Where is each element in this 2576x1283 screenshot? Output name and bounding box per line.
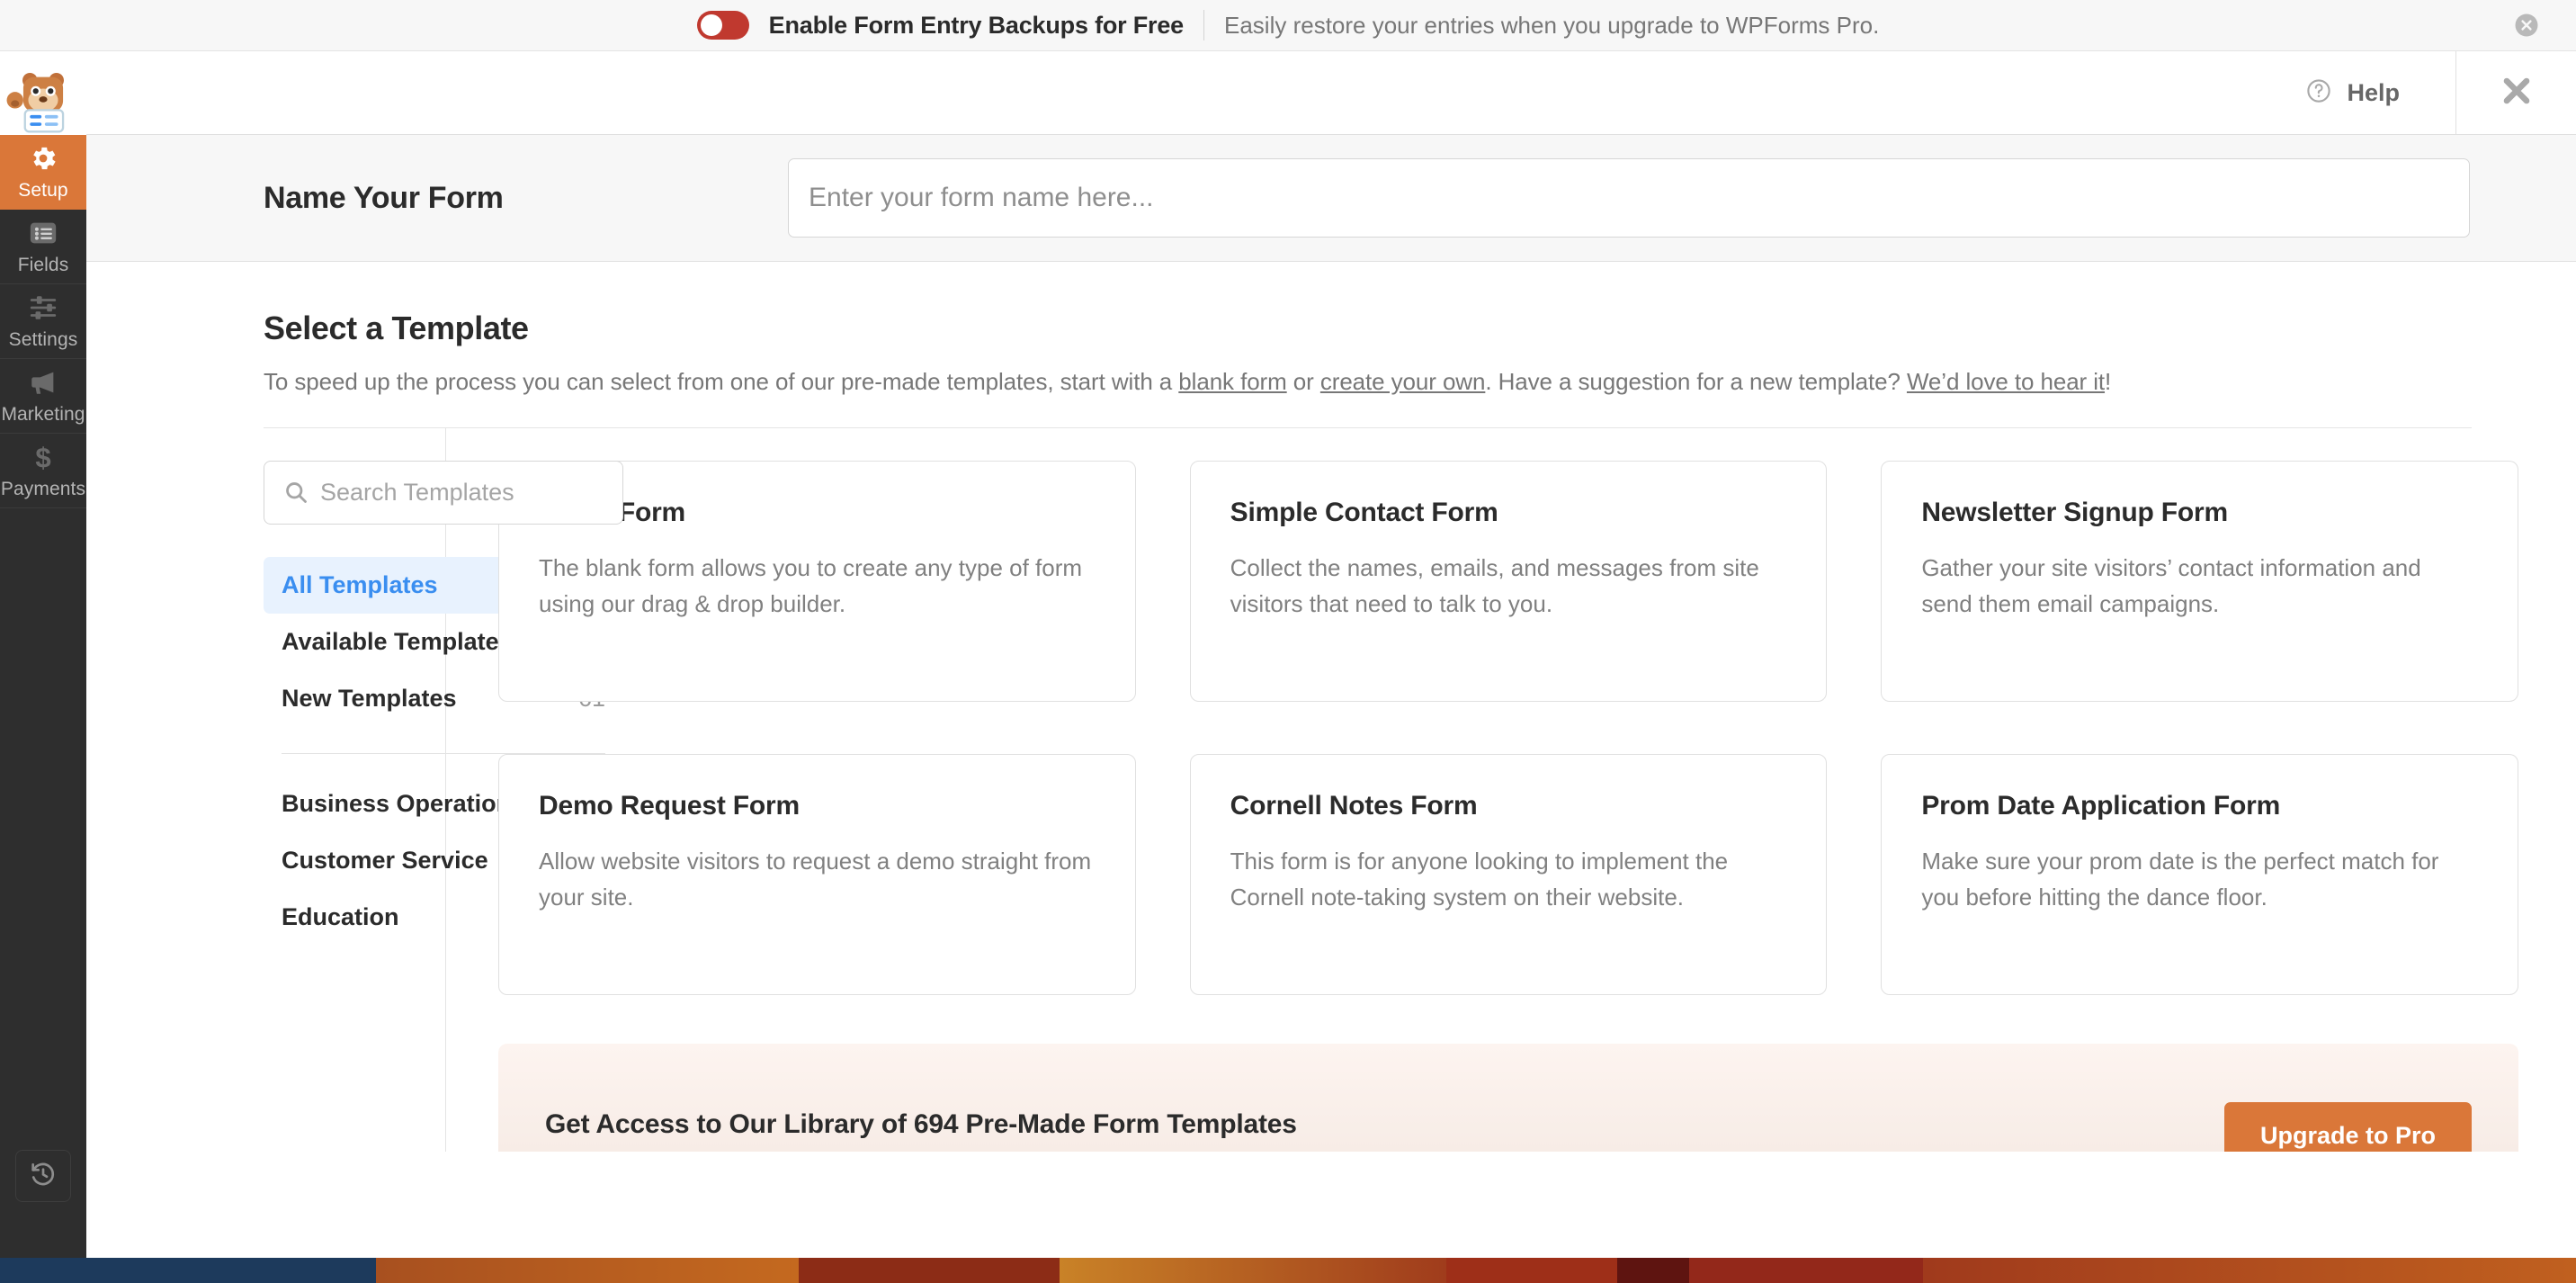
notice-subtitle: Easily restore your entries when you upg… bbox=[1224, 11, 1880, 39]
sidebar-item-setup[interactable]: Setup bbox=[0, 135, 86, 210]
wallpaper-segment bbox=[1446, 1258, 1617, 1283]
form-name-label: Name Your Form bbox=[264, 180, 504, 215]
sidebar-item-settings[interactable]: Settings bbox=[0, 284, 86, 359]
sidebar-footer bbox=[0, 1150, 86, 1202]
enable-backups-toggle[interactable] bbox=[696, 11, 749, 40]
template-title: Demo Request Form bbox=[539, 791, 800, 821]
builder-sidebar: Setup Fields Settings Marketing $ Paymen… bbox=[0, 51, 86, 1283]
template-desc: The blank form allows you to create any … bbox=[539, 554, 1083, 617]
desc-text-1: To speed up the process you can select f… bbox=[264, 368, 1179, 395]
promo-title: Get Access to Our Library of 694 Pre-Mad… bbox=[545, 1109, 1297, 1139]
sidebar-label-payments: Payments bbox=[0, 478, 86, 499]
wpforms-mascot-logo bbox=[0, 51, 86, 135]
template-desc: Gather your site visitors’ contact infor… bbox=[1921, 554, 2421, 617]
template-title: Prom Date Application Form bbox=[1921, 791, 2281, 821]
template-description: To speed up the process you can select f… bbox=[264, 368, 2576, 396]
desc-text-3: . Have a suggestion for a new template? bbox=[1485, 368, 1907, 395]
create-your-own-link[interactable]: create your own bbox=[1320, 368, 1486, 395]
entry-backups-notice-bar: Enable Form Entry Backups for Free Easil… bbox=[0, 0, 2576, 51]
sidebar-item-fields[interactable]: Fields bbox=[0, 210, 86, 284]
sidebar-item-marketing[interactable]: Marketing bbox=[0, 359, 86, 434]
template-card-simple-contact-form[interactable]: Simple Contact Form Collect the names, e… bbox=[1189, 461, 1828, 702]
close-circle-icon[interactable] bbox=[2513, 12, 2540, 39]
help-button[interactable]: Help bbox=[2305, 77, 2400, 109]
template-card-newsletter-signup-form[interactable]: Newsletter Signup Form Gather your site … bbox=[1881, 461, 2518, 702]
toggle-knob bbox=[700, 14, 722, 36]
search-templates-wrap bbox=[264, 461, 623, 525]
sidebar-label-setup: Setup bbox=[18, 179, 68, 201]
template-desc: Allow website visitors to request a demo… bbox=[539, 848, 1092, 911]
revision-history-icon bbox=[29, 1160, 58, 1193]
revision-history-button[interactable] bbox=[15, 1150, 71, 1202]
help-label: Help bbox=[2347, 78, 2400, 106]
template-filter-sidebar: All Templates 694 Available Templates 47… bbox=[86, 428, 623, 1152]
megaphone-icon bbox=[28, 367, 58, 398]
form-builder-panel: Help Name Your Form Select a Template To… bbox=[86, 50, 2576, 1283]
wallpaper-segment bbox=[0, 1258, 376, 1283]
form-name-row: Name Your Form bbox=[86, 135, 2576, 262]
wallpaper-segment bbox=[376, 1258, 799, 1283]
desktop-wallpaper-strip bbox=[0, 1258, 2576, 1283]
gear-icon bbox=[28, 143, 58, 174]
question-circle-icon bbox=[2305, 77, 2332, 109]
wallpaper-segment bbox=[799, 1258, 1060, 1283]
wallpaper-segment bbox=[1689, 1258, 1923, 1283]
template-desc: Collect the names, emails, and messages … bbox=[1230, 554, 1759, 617]
suggest-template-link[interactable]: We’d love to hear it bbox=[1907, 368, 2105, 395]
template-title: Newsletter Signup Form bbox=[1921, 498, 2228, 527]
wallpaper-segment bbox=[1617, 1258, 1689, 1283]
search-templates-input[interactable] bbox=[264, 461, 623, 525]
upgrade-to-pro-button[interactable]: Upgrade to Pro bbox=[2223, 1101, 2472, 1152]
template-desc: Make sure your prom date is the perfect … bbox=[1921, 848, 2439, 911]
template-title: Simple Contact Form bbox=[1230, 498, 1498, 527]
upgrade-promo-banner: Get Access to Our Library of 694 Pre-Mad… bbox=[498, 1044, 2518, 1152]
form-name-input[interactable] bbox=[788, 158, 2470, 238]
blank-form-link[interactable]: blank form bbox=[1178, 368, 1286, 395]
sidebar-label-settings: Settings bbox=[8, 328, 78, 350]
notice-divider bbox=[1203, 10, 1204, 40]
builder-topbar: Help bbox=[86, 50, 2576, 135]
close-builder-button[interactable] bbox=[2456, 51, 2576, 135]
desc-text-2: or bbox=[1286, 368, 1320, 395]
category-label: Education bbox=[282, 903, 399, 930]
svg-text:$: $ bbox=[35, 442, 50, 472]
template-card-area: Blank Form The blank form allows you to … bbox=[446, 428, 2576, 1152]
sliders-icon bbox=[28, 292, 58, 323]
template-title: Cornell Notes Form bbox=[1230, 791, 1478, 821]
sidebar-label-marketing: Marketing bbox=[1, 403, 85, 425]
desc-text-4: ! bbox=[2105, 368, 2112, 395]
template-card-prom-date-application-form[interactable]: Prom Date Application Form Make sure you… bbox=[1881, 754, 2518, 995]
notice-content: Enable Form Entry Backups for Free Easil… bbox=[696, 10, 1880, 40]
sidebar-item-payments[interactable]: $ Payments bbox=[0, 434, 86, 508]
template-desc: This form is for anyone looking to imple… bbox=[1230, 848, 1729, 911]
close-x-icon bbox=[2497, 71, 2536, 115]
page-title: Select a Template bbox=[264, 310, 529, 346]
filter-label: New Templates bbox=[282, 685, 457, 712]
template-card-grid: Blank Form The blank form allows you to … bbox=[498, 461, 2518, 995]
sidebar-label-fields: Fields bbox=[17, 254, 69, 275]
filter-label: All Templates bbox=[282, 571, 438, 598]
wallpaper-segment bbox=[1923, 1258, 2576, 1283]
template-card-cornell-notes-form[interactable]: Cornell Notes Form This form is for anyo… bbox=[1189, 754, 1828, 995]
list-fields-icon bbox=[28, 218, 58, 248]
select-template-header: Select a Template To speed up the proces… bbox=[86, 262, 2576, 396]
template-browser: All Templates 694 Available Templates 47… bbox=[86, 428, 2576, 1152]
notice-title: Enable Form Entry Backups for Free bbox=[768, 11, 1185, 39]
template-card-demo-request-form[interactable]: Demo Request Form Allow website visitors… bbox=[498, 754, 1136, 995]
dollar-sign-icon: $ bbox=[28, 442, 58, 473]
wallpaper-segment bbox=[1060, 1258, 1446, 1283]
